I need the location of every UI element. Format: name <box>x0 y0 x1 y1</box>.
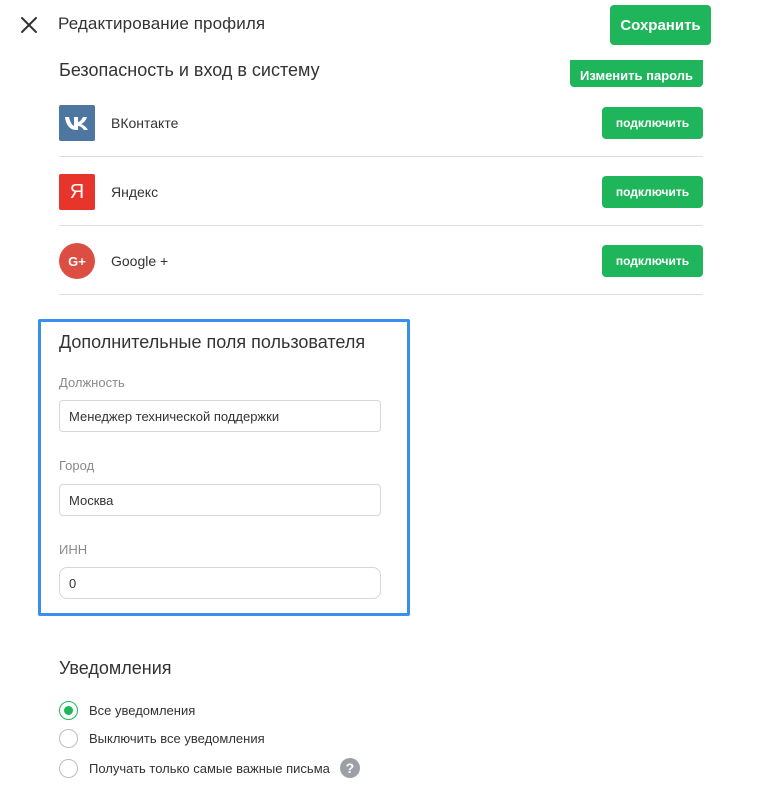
radio-label-important: Получать только самые важные письма <box>89 760 330 776</box>
page-title: Редактирование профиля <box>58 14 266 33</box>
radio-disable-all[interactable]: Выключить все уведомления <box>59 728 265 748</box>
connect-yandex-button[interactable]: подключить <box>602 176 703 208</box>
yandex-icon: Я <box>59 174 95 210</box>
connect-google-button[interactable]: подключить <box>602 245 703 277</box>
social-label-google: Google + <box>111 253 169 269</box>
google-plus-icon: G+ <box>59 243 95 279</box>
vk-icon <box>59 105 95 141</box>
radio-unchecked[interactable] <box>59 758 78 778</box>
social-label-vk: ВКонтакте <box>111 115 179 131</box>
position-input[interactable] <box>59 400 381 432</box>
notifications-title: Уведомления <box>59 658 172 678</box>
radio-label-all: Все уведомления <box>89 702 196 718</box>
social-row-yandex: Я Яндекс подключить <box>59 157 703 226</box>
radio-unchecked[interactable] <box>59 728 78 748</box>
modal-header: Редактирование профиля Сохранить <box>0 0 758 52</box>
city-label: Город <box>59 458 95 473</box>
save-button[interactable]: Сохранить <box>610 5 711 45</box>
radio-label-disable: Выключить все уведомления <box>89 730 265 746</box>
connect-vk-button[interactable]: подключить <box>602 107 703 139</box>
radio-checked[interactable] <box>59 700 78 720</box>
help-icon[interactable]: ? <box>339 758 360 778</box>
radio-all-notifications[interactable]: Все уведомления <box>59 700 195 720</box>
inn-label: ИНН <box>59 542 88 557</box>
close-icon[interactable] <box>18 14 40 36</box>
security-section-title: Безопасность и вход в систему <box>59 60 320 80</box>
social-row-google: G+ Google + подключить <box>59 226 703 295</box>
radio-important-only[interactable]: Получать только самые важные письма ? <box>59 758 360 778</box>
social-label-yandex: Яндекс <box>111 184 159 200</box>
city-input[interactable] <box>59 484 381 516</box>
inn-input[interactable] <box>59 567 381 599</box>
change-password-button[interactable]: Изменить пароль <box>570 60 703 87</box>
extra-fields-title: Дополнительные поля пользователя <box>59 332 366 352</box>
position-label: Должность <box>59 375 125 390</box>
social-row-vk: ВКонтакте подключить <box>59 88 703 157</box>
